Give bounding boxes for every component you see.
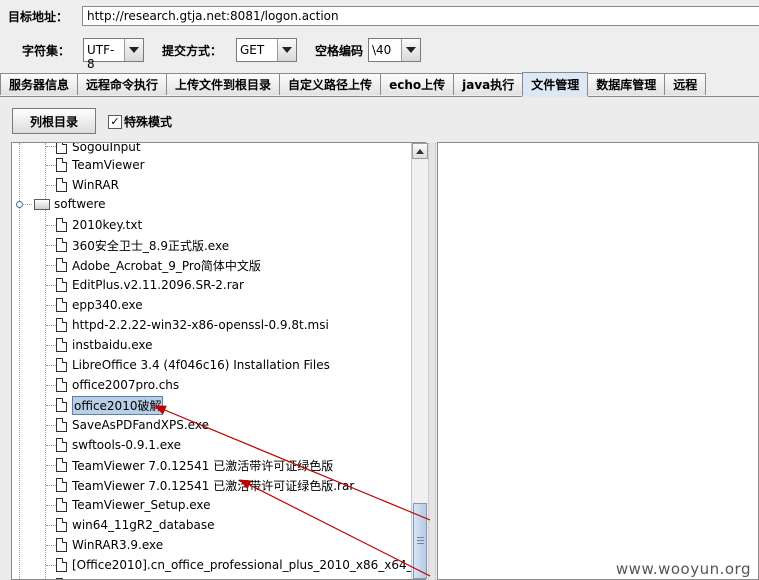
scroll-up-icon[interactable] bbox=[412, 143, 428, 159]
file-icon bbox=[56, 318, 67, 332]
tree-node[interactable]: office2010破解 bbox=[56, 395, 164, 415]
tree-node[interactable]: epp340.exe bbox=[56, 295, 143, 315]
tree-node[interactable]: 2010key.txt bbox=[56, 215, 142, 235]
file-icon bbox=[56, 538, 67, 552]
scroll-thumb[interactable] bbox=[413, 503, 427, 579]
watermark-text: www.wooyun.org bbox=[615, 560, 751, 578]
tree-node[interactable]: TeamViewer bbox=[56, 155, 145, 175]
file-icon bbox=[56, 218, 67, 232]
method-value: GET bbox=[240, 43, 265, 57]
tree-node[interactable]: TeamViewer 7.0.12541 已激活带许可证绿色版.rar bbox=[56, 475, 354, 495]
file-icon bbox=[56, 278, 67, 292]
file-icon bbox=[56, 258, 67, 272]
tree-node[interactable]: EditPlus.v2.11.2096.SR-2.rar bbox=[56, 275, 244, 295]
file-icon bbox=[56, 338, 67, 352]
list-root-button[interactable]: 列根目录 bbox=[12, 108, 96, 134]
file-icon bbox=[56, 298, 67, 312]
file-icon bbox=[56, 178, 67, 192]
charset-label: 字符集： bbox=[22, 44, 71, 58]
charset-select[interactable]: UTF-8 bbox=[83, 38, 144, 71]
tree-node[interactable]: instbaidu.exe bbox=[56, 335, 153, 355]
tree-node[interactable]: office2007pro.chs bbox=[56, 375, 179, 395]
tree-node[interactable]: LibreOffice 3.4 (4f046c16) Installation … bbox=[56, 355, 330, 375]
tab-file-manager[interactable]: 文件管理 bbox=[522, 72, 589, 97]
folder-icon bbox=[34, 198, 50, 210]
file-icon bbox=[56, 518, 67, 532]
chevron-down-icon[interactable] bbox=[124, 39, 143, 61]
file-icon bbox=[56, 418, 67, 432]
space-encoding-label: 空格编码 bbox=[315, 44, 364, 58]
special-mode-label: 特殊模式 bbox=[124, 115, 173, 129]
file-icon bbox=[56, 478, 67, 492]
chevron-down-icon[interactable] bbox=[401, 39, 420, 61]
target-url-label: 目标地址： bbox=[8, 10, 69, 24]
tree-node[interactable]: httpd-2.2.22-win32-x86-openssl-0.9.8t.ms… bbox=[56, 315, 329, 335]
file-icon bbox=[56, 358, 67, 372]
file-icon bbox=[56, 143, 67, 154]
method-select[interactable]: GET bbox=[236, 38, 297, 62]
space-encoding-value: \40 bbox=[372, 43, 392, 57]
file-icon bbox=[56, 378, 67, 392]
tree-node[interactable]: TeamViewer 7.0.12541 已激活带许可证绿色版 bbox=[56, 455, 333, 475]
pane-splitter[interactable] bbox=[428, 143, 436, 580]
tree-node[interactable]: [Office2010].cn_office_professional_plus… bbox=[56, 555, 425, 575]
tree-node[interactable]: WinRAR3.9.exe bbox=[56, 535, 163, 555]
tab-bar: 服务器信息 远程命令执行 上传文件到根目录 自定义路径上传 echo上传 jav… bbox=[0, 72, 759, 97]
tab-echo-upload[interactable]: echo上传 bbox=[380, 73, 455, 95]
tab-remote-command[interactable]: 远程命令执行 bbox=[77, 73, 168, 95]
charset-value: UTF-8 bbox=[87, 43, 115, 71]
file-icon bbox=[56, 158, 67, 172]
tree-node[interactable]: 360安全卫士_8.9正式版.exe bbox=[56, 235, 229, 255]
file-icon bbox=[56, 398, 67, 412]
file-icon bbox=[56, 458, 67, 472]
tab-upload-root[interactable]: 上传文件到根目录 bbox=[166, 73, 281, 95]
file-icon bbox=[56, 238, 67, 252]
file-icon bbox=[56, 558, 67, 572]
tree-node[interactable]: win64_11gR2_database bbox=[56, 515, 215, 535]
special-mode-checkbox[interactable]: ✓ bbox=[108, 115, 122, 129]
tree-node[interactable]: SaveAsPDFandXPS.exe bbox=[56, 415, 209, 435]
file-tree[interactable]: SogouInput TeamViewer WinRAR softwere 20… bbox=[11, 142, 426, 580]
tree-node[interactable]: WinRAR bbox=[56, 175, 119, 195]
file-manager-panel: 列根目录 ✓ 特殊模式 SogouInput TeamViewer WinRAR… bbox=[0, 97, 759, 580]
space-encoding-select[interactable]: \40 bbox=[368, 38, 421, 62]
method-label: 提交方式： bbox=[162, 44, 223, 58]
file-icon bbox=[56, 498, 67, 512]
tree-node[interactable]: Adobe_Acrobat_9_Pro简体中文版 bbox=[56, 255, 261, 275]
tab-custom-upload[interactable]: 自定义路径上传 bbox=[279, 73, 382, 95]
tree-connector bbox=[45, 143, 46, 199]
chevron-down-icon[interactable] bbox=[277, 39, 296, 61]
tree-folder-softwere[interactable]: softwere bbox=[34, 194, 106, 214]
tab-server-info[interactable]: 服务器信息 bbox=[0, 73, 79, 95]
tree-connector bbox=[19, 143, 20, 579]
target-url-input[interactable]: http://research.gtja.net:8081/logon.acti… bbox=[82, 6, 759, 26]
file-icon bbox=[56, 438, 67, 452]
file-content-pane[interactable] bbox=[437, 142, 759, 580]
tab-remote[interactable]: 远程 bbox=[664, 73, 707, 95]
tab-java-exec[interactable]: java执行 bbox=[453, 73, 524, 95]
tree-vertical-scrollbar[interactable] bbox=[411, 143, 428, 579]
tree-node[interactable]: swftools-0.9.1.exe bbox=[56, 435, 181, 455]
tree-node[interactable]: 维游迅输入法3.3 bbox=[56, 575, 163, 579]
tree-node[interactable]: TeamViewer_Setup.exe bbox=[56, 495, 211, 515]
tab-database[interactable]: 数据库管理 bbox=[587, 73, 666, 95]
